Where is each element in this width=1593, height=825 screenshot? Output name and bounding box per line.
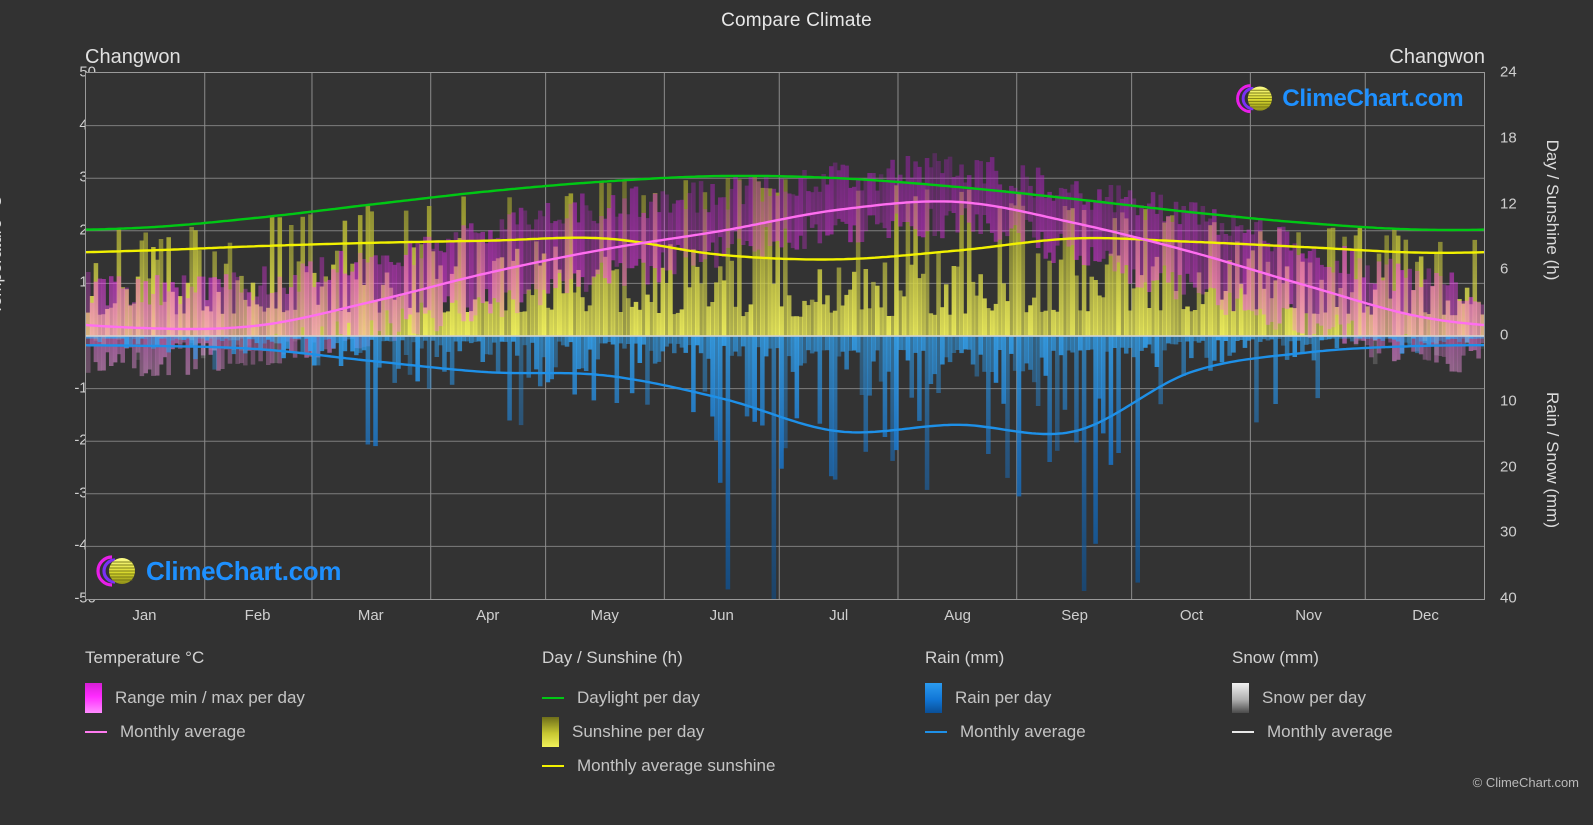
legend-item-rain-average[interactable]: Monthly average bbox=[925, 715, 1086, 749]
y-tick-right-mm: 20 bbox=[1500, 458, 1517, 475]
y-tick-right-hours: 12 bbox=[1500, 195, 1517, 212]
page-title: Compare Climate bbox=[721, 10, 872, 31]
chart-svg bbox=[86, 73, 1484, 599]
x-tick-feb: Feb bbox=[244, 607, 271, 624]
watermark-logo-top: ClimeChart.com bbox=[1232, 80, 1464, 117]
legend-label: Monthly average sunshine bbox=[577, 756, 776, 775]
y-tick-right-hours: 18 bbox=[1500, 129, 1517, 147]
snow-swatch-icon bbox=[1232, 683, 1249, 713]
legend-label: Monthly average bbox=[960, 722, 1086, 741]
legend-label: Monthly average bbox=[120, 722, 246, 741]
legend-column-sunshine: Day / Sunshine (h) Daylight per day Suns… bbox=[542, 648, 775, 783]
snow-average-line-icon bbox=[1232, 731, 1254, 733]
climechart-logo-icon bbox=[92, 551, 140, 591]
legend-heading-sunshine: Day / Sunshine (h) bbox=[542, 648, 683, 667]
legend-label: Range min / max per day bbox=[115, 688, 305, 707]
x-tick-jan: Jan bbox=[132, 607, 157, 624]
x-tick-dec: Dec bbox=[1412, 607, 1439, 624]
x-tick-oct: Oct bbox=[1179, 607, 1204, 624]
logo-text: ClimeChart.com bbox=[146, 555, 342, 586]
legend-item-daylight[interactable]: Daylight per day bbox=[542, 681, 775, 715]
legend-label: Monthly average bbox=[1267, 722, 1393, 741]
climechart-logo-icon bbox=[1232, 80, 1277, 117]
sunshine-average-line-icon bbox=[542, 765, 564, 767]
y-axis-label-left: Temperature °C bbox=[0, 195, 5, 315]
watermark-logo-bottom: ClimeChart.com bbox=[92, 551, 341, 591]
legend-item-snow-average[interactable]: Monthly average bbox=[1232, 715, 1393, 749]
city-label-left: Changwon bbox=[85, 46, 181, 68]
x-tick-may: May bbox=[590, 607, 619, 624]
x-tick-jul: Jul bbox=[829, 607, 849, 624]
x-tick-jun: Jun bbox=[709, 607, 734, 624]
climate-chart-page: Compare Climate Changwon Changwon Temper… bbox=[0, 0, 1593, 825]
x-tick-mar: Mar bbox=[357, 607, 384, 624]
legend-column-temperature: Temperature °C Range min / max per day M… bbox=[85, 648, 305, 749]
legend-label: Snow per day bbox=[1262, 688, 1366, 707]
legend-column-rain: Rain (mm) Rain per day Monthly average bbox=[925, 648, 1086, 749]
y-tick-right-mm: 10 bbox=[1500, 392, 1517, 410]
y-tick-right-mm: 40 bbox=[1500, 589, 1517, 607]
y-tick-right-hours: 6 bbox=[1500, 260, 1509, 278]
y-tick-right-hours: 24 bbox=[1500, 63, 1517, 81]
chart-plot-area[interactable] bbox=[85, 72, 1485, 600]
legend-heading-temperature: Temperature °C bbox=[85, 648, 205, 667]
legend-item-temperature-average[interactable]: Monthly average bbox=[85, 715, 305, 749]
rain-average-line-icon bbox=[925, 731, 947, 733]
temperature-range-swatch-icon bbox=[85, 683, 102, 713]
chart-legend: Temperature °C Range min / max per day M… bbox=[0, 648, 1593, 798]
legend-heading-rain: Rain (mm) bbox=[925, 648, 1005, 667]
legend-heading-snow: Snow (mm) bbox=[1232, 648, 1319, 667]
legend-label: Rain per day bbox=[955, 688, 1052, 707]
temperature-average-line-icon bbox=[85, 731, 107, 733]
copyright-notice: © ClimeChart.com bbox=[1472, 775, 1579, 790]
y-tick-right-mm: 30 bbox=[1500, 523, 1517, 541]
city-label-right: Changwon bbox=[1389, 46, 1485, 68]
x-tick-apr: Apr bbox=[476, 607, 500, 624]
legend-item-sunshine-average[interactable]: Monthly average sunshine bbox=[542, 749, 775, 783]
x-tick-nov: Nov bbox=[1295, 607, 1322, 624]
legend-label: Daylight per day bbox=[577, 688, 700, 707]
legend-item-snow-per-day[interactable]: Snow per day bbox=[1232, 681, 1393, 715]
y-tick-right-hours: 0 bbox=[1500, 326, 1509, 344]
x-tick-aug: Aug bbox=[944, 607, 971, 624]
logo-text: ClimeChart.com bbox=[1282, 84, 1464, 112]
legend-label: Sunshine per day bbox=[572, 722, 705, 741]
sunshine-swatch-icon bbox=[542, 717, 559, 747]
daylight-line-icon bbox=[542, 697, 564, 699]
x-tick-sep: Sep bbox=[1061, 607, 1088, 624]
legend-column-snow: Snow (mm) Snow per day Monthly average bbox=[1232, 648, 1393, 749]
rain-swatch-icon bbox=[925, 683, 942, 713]
legend-item-temperature-range[interactable]: Range min / max per day bbox=[85, 681, 305, 715]
legend-item-rain-per-day[interactable]: Rain per day bbox=[925, 681, 1086, 715]
legend-item-sunshine-per-day[interactable]: Sunshine per day bbox=[542, 715, 775, 749]
